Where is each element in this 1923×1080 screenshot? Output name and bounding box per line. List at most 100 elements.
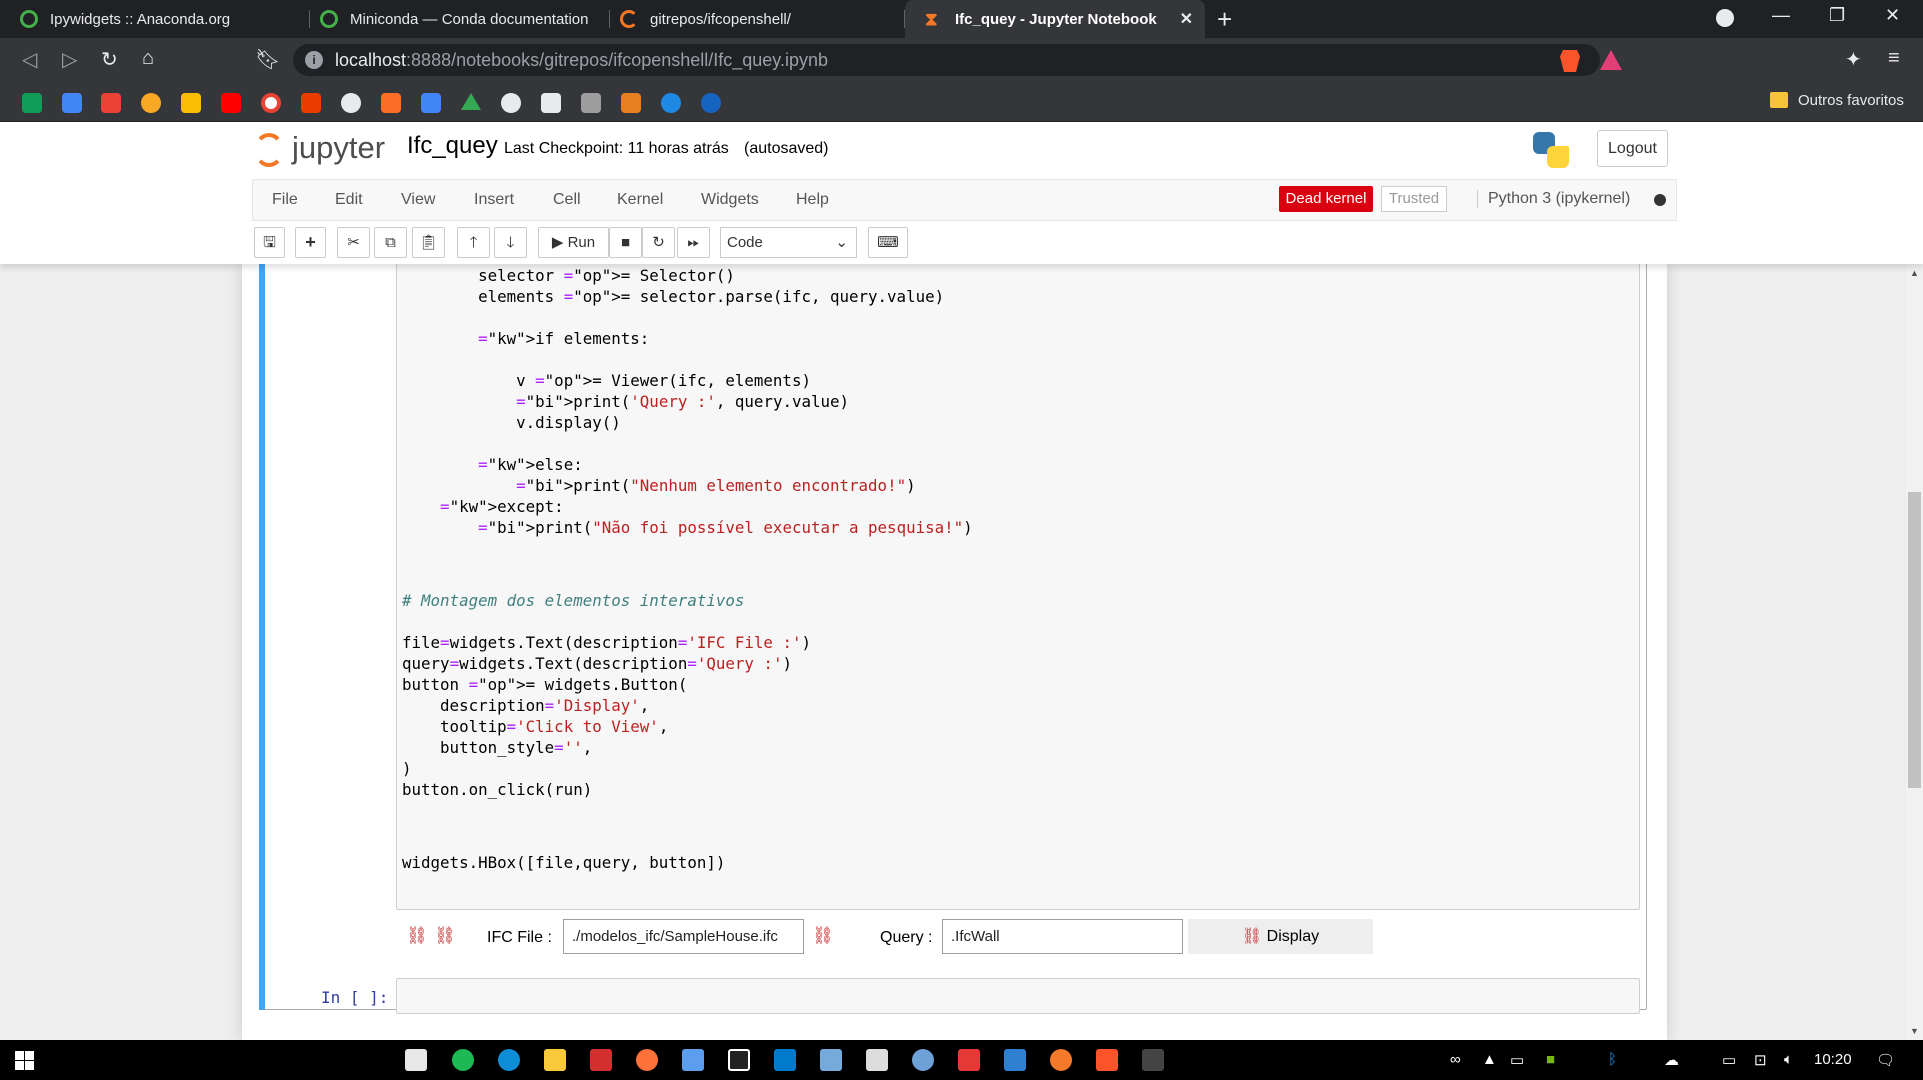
calendar-bookmark-icon[interactable] [421,93,441,113]
bookmark-icon-17[interactable] [661,93,681,113]
link-tray-icon[interactable]: ∞ [1450,1051,1461,1068]
notifications-icon[interactable]: 🗨︎ [1876,1051,1895,1069]
code-editor[interactable]: selector ="op">= Selector() elements ="o… [402,265,973,873]
run-button[interactable]: ▶ Run [538,227,609,258]
logout-button[interactable]: Logout [1597,130,1668,167]
google-bookmark-icon[interactable] [261,93,281,113]
close-icon[interactable]: ✕ [1180,9,1193,29]
tab-gitrepos[interactable]: gitrepos/ifcopenshell/ [600,0,905,38]
taskbar-clock[interactable]: 10:20 [1814,1051,1852,1068]
notebook-name[interactable]: Ifc_quey [407,132,498,160]
ifc-file-input[interactable]: ./modelos_ifc/SampleHouse.ifc [563,919,804,954]
brave-icon[interactable] [1096,1049,1118,1071]
scrollbar-thumb[interactable] [1908,492,1921,788]
menu-file[interactable]: File [272,191,298,209]
bookmark-icon-16[interactable] [621,93,641,113]
fast-forward-icon[interactable]: ⏩︎ [677,227,710,258]
empty-code-cell[interactable] [396,978,1640,1014]
edge-icon[interactable] [498,1049,520,1071]
menu-cell[interactable]: Cell [553,191,581,209]
r-icon[interactable] [912,1049,934,1071]
home-icon[interactable]: ⌂ [142,47,154,70]
vscode-icon[interactable] [774,1049,796,1071]
close-window-icon[interactable]: ✕ [1885,5,1900,26]
url-bar[interactable]: i localhost:8888/notebooks/gitrepos/ifco… [293,44,1600,76]
paste-icon[interactable]: 📋︎ [412,227,445,258]
drive-tray-icon[interactable]: ▲ [1482,1051,1497,1068]
tab-ipywidgets[interactable]: Ipywidgets :: Anaconda.org [0,0,310,38]
network-icon[interactable]: ⊡ [1754,1051,1767,1069]
reload-icon[interactable]: ↻ [101,47,118,72]
pycharm-icon[interactable] [728,1049,750,1071]
restart-icon[interactable]: ↻ [642,227,675,258]
chat-tray-icon[interactable]: ▭ [1510,1051,1524,1069]
spotify-icon[interactable] [452,1049,474,1071]
acrobat-icon[interactable] [958,1049,980,1071]
new-tab-icon[interactable]: + [1217,4,1232,35]
onedrive-icon[interactable]: ☁ [1664,1051,1679,1069]
bluetooth-icon[interactable]: ᛒ [1608,1051,1617,1068]
rstudio-icon[interactable] [820,1049,842,1071]
cell-type-select[interactable]: Code ⌄ [720,227,857,258]
forward-icon[interactable]: ▷ [62,47,77,72]
gitlab-bookmark-icon[interactable] [381,93,401,113]
stop-icon[interactable]: ■ [609,227,642,258]
bookmark-icon-13[interactable] [501,93,521,113]
folder-icon[interactable] [1770,92,1788,108]
scroll-down-icon[interactable]: ▼ [1910,1026,1919,1036]
query-input[interactable]: .IfcWall [942,919,1183,954]
bookmark-icon-15[interactable] [581,93,601,113]
battery-icon[interactable]: ▭ [1722,1051,1736,1069]
bookmark-icon-14[interactable] [541,93,561,113]
menu-widgets[interactable]: Widgets [701,191,759,209]
drive-bookmark-icon[interactable] [461,93,481,110]
profile-icon[interactable] [1716,9,1734,27]
kernel-status-badge[interactable]: Dead kernel [1279,186,1373,212]
classroom-bookmark-icon[interactable] [181,93,201,113]
copy-icon[interactable]: ⧉ [374,227,407,258]
menu-icon[interactable]: ≡ [1888,47,1900,70]
jupyter-logo-text[interactable]: jupyter [292,130,385,166]
trusted-badge[interactable]: Trusted [1381,186,1447,212]
menu-edit[interactable]: Edit [335,191,363,209]
display-button[interactable]: ⛓ Display [1188,919,1373,954]
tab-ifc-quey[interactable]: ⧗ Ifc_quey - Jupyter Notebook ✕ [905,0,1205,38]
store-icon[interactable] [405,1049,427,1071]
bookmarks-folder-label[interactable]: Outros favoritos [1798,92,1904,109]
keyboard-icon[interactable]: ⌨ [868,227,908,258]
office-bookmark-icon[interactable] [301,93,321,113]
restore-icon[interactable]: ❐ [1829,5,1845,26]
terminal-icon[interactable] [1142,1049,1164,1071]
minimize-icon[interactable]: — [1772,5,1790,26]
back-icon[interactable]: ◁ [22,47,37,72]
menu-help[interactable]: Help [796,191,829,209]
bookmark-icon-18[interactable] [701,93,721,113]
scrollbar[interactable]: ▲ ▼ [1906,264,1923,1040]
app-icon-blue[interactable] [682,1049,704,1071]
file-explorer-icon[interactable] [544,1049,566,1071]
move-down-icon[interactable]: 🡓 [494,227,527,258]
save-icon[interactable]: 🖫 [254,227,285,258]
firefox-icon[interactable] [636,1049,658,1071]
insert-cell-icon[interactable]: + [295,227,326,258]
extensions-icon[interactable]: ✦ [1845,47,1862,72]
cut-icon[interactable]: ✂ [337,227,370,258]
jupyter-logo-icon[interactable] [254,133,284,167]
brave-rewards-icon[interactable] [1600,50,1622,70]
menu-insert[interactable]: Insert [474,191,514,209]
blender-icon[interactable] [1050,1049,1072,1071]
inkscape-icon[interactable] [866,1049,888,1071]
code-input-area[interactable]: selector ="op">= Selector() elements ="o… [396,264,1640,910]
menu-view[interactable]: View [401,191,435,209]
gmail-bookmark-icon[interactable] [101,93,121,113]
bookmark-icon-4[interactable] [141,93,161,113]
volume-icon[interactable]: 🔈︎ [1784,1051,1793,1068]
menu-kernel[interactable]: Kernel [617,191,663,209]
tab-miniconda[interactable]: Miniconda — Conda documentation [300,0,610,38]
bookmark-icon[interactable]: 🔖︎ [255,47,280,72]
url-text[interactable]: localhost:8888/notebooks/gitrepos/ifcope… [335,50,828,71]
github-bookmark-icon[interactable] [341,93,361,113]
youtube-bookmark-icon[interactable] [221,93,241,113]
info-icon[interactable]: i [305,51,323,69]
windows-start-icon[interactable] [15,1051,34,1070]
